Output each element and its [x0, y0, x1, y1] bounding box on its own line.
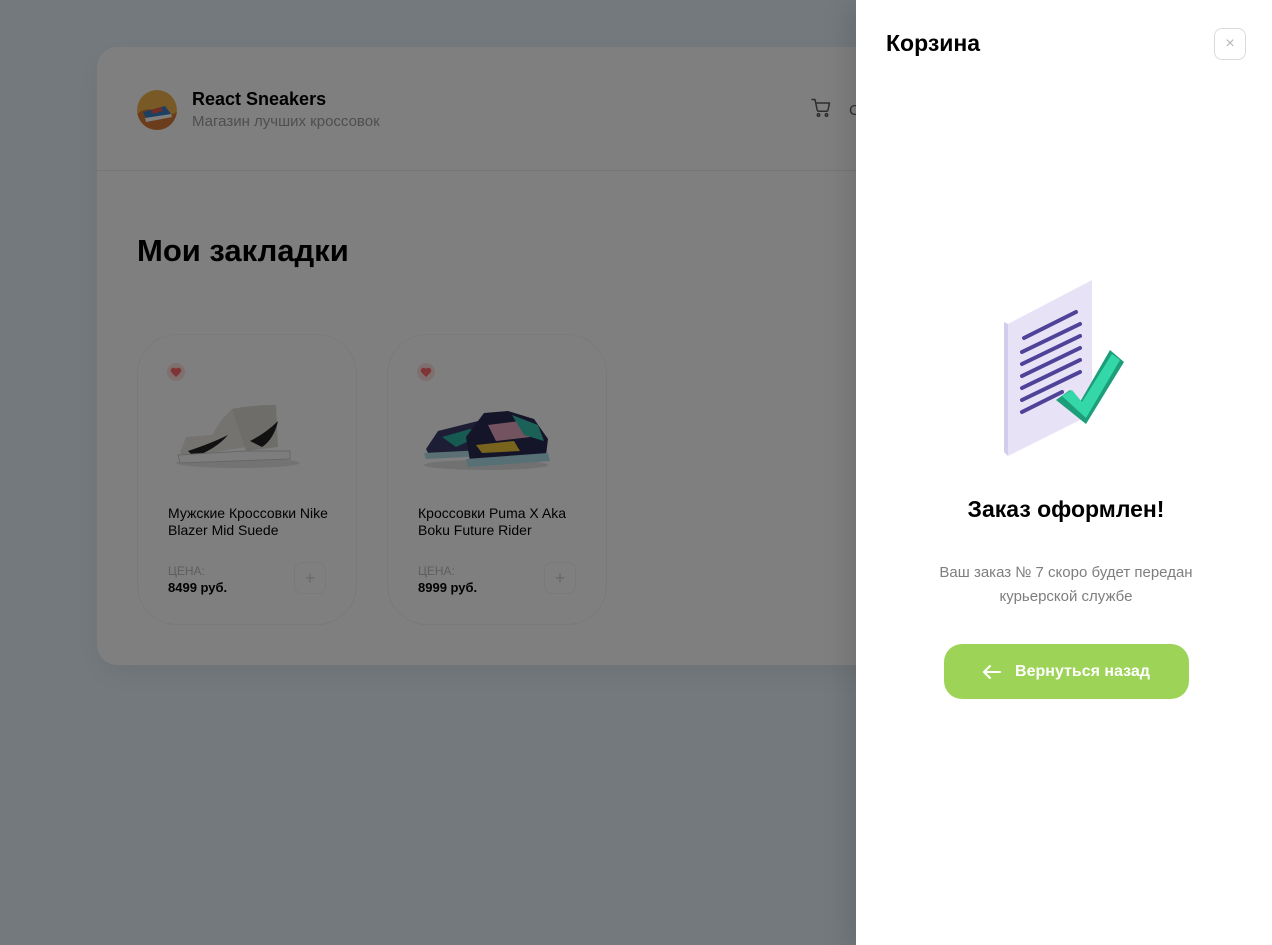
go-back-button[interactable]: Вернуться назад	[944, 644, 1189, 699]
drawer-title: Корзина	[886, 30, 981, 56]
order-success-text: Ваш заказ № 7 скоро будет передан курьер…	[939, 564, 1193, 605]
order-complete-icon	[1004, 280, 1124, 456]
go-back-label: Вернуться назад	[1015, 662, 1150, 680]
cart-drawer: Корзина × Заказ оформлен! Ваш заказ № 7 …	[856, 0, 1272, 945]
order-success-title: Заказ оформлен!	[967, 496, 1165, 522]
arrow-left-icon	[983, 664, 1002, 679]
close-button[interactable]: ×	[1214, 28, 1246, 60]
